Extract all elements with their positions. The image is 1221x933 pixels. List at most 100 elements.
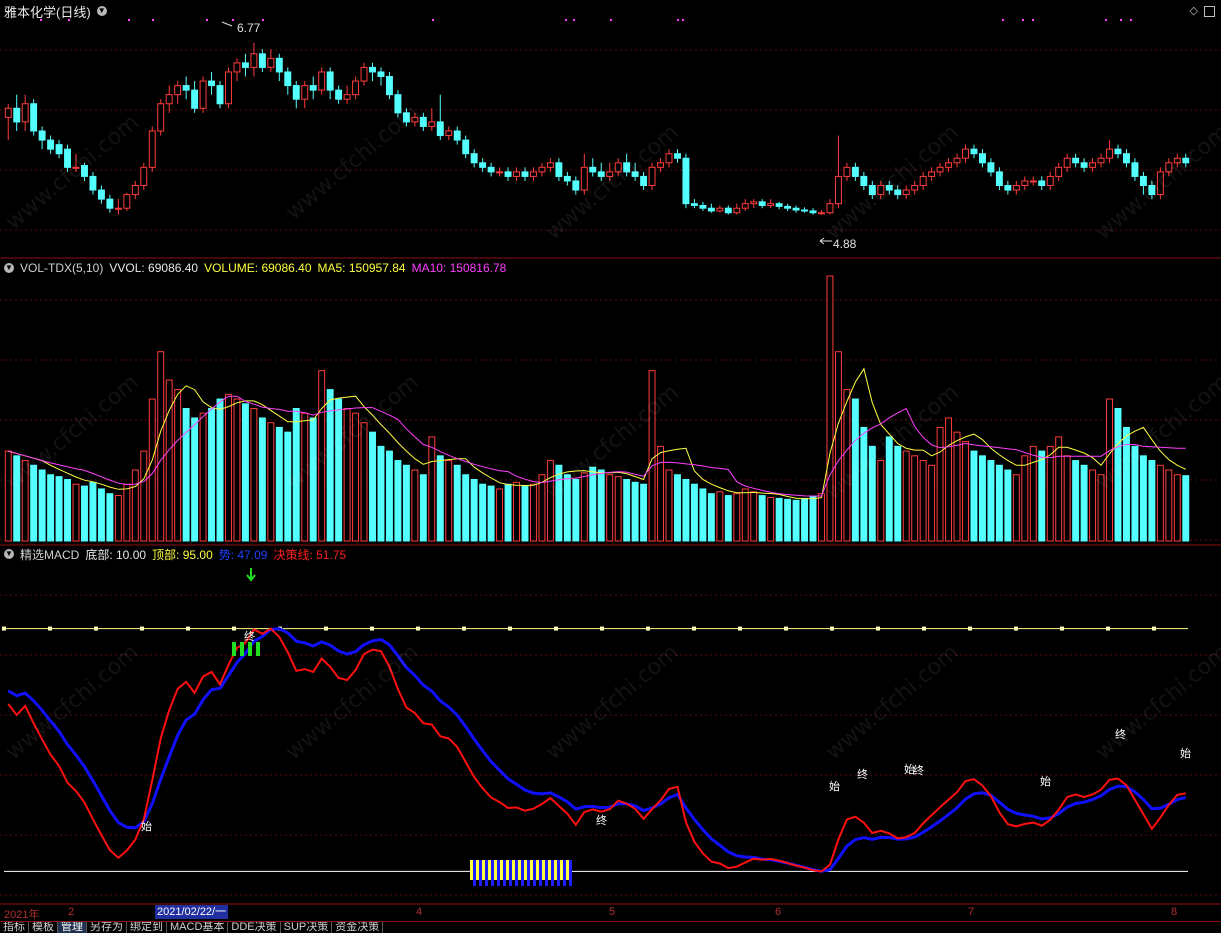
volume-bar: [792, 499, 800, 542]
volume-bar: [402, 464, 410, 542]
candle-body: [157, 103, 165, 132]
peak-bar: [248, 642, 252, 656]
candle-body: [657, 162, 665, 168]
volume-bar: [1089, 469, 1097, 542]
volume-bar: [233, 398, 241, 542]
volume-bar: [157, 351, 165, 542]
candle-body: [1038, 180, 1046, 186]
trough-bar: [536, 860, 539, 880]
candle-body: [589, 166, 597, 173]
candle-body: [318, 71, 326, 91]
tab-manage[interactable]: 管理: [58, 922, 87, 933]
volume-bar: [360, 422, 368, 542]
candle-body: [1004, 185, 1012, 191]
signal-dot: [1130, 19, 1132, 21]
candle-body: [436, 121, 444, 137]
tab-sup-decision[interactable]: SUP决策: [281, 922, 333, 933]
signal-dot: [1120, 19, 1122, 21]
volume-bar: [877, 460, 885, 542]
candle-body: [826, 203, 834, 214]
volume-bar: [1148, 460, 1156, 542]
panel-controls[interactable]: ◇: [1189, 4, 1215, 17]
volume-bar: [555, 464, 563, 542]
volume-bar: [1131, 445, 1139, 542]
volume-bar: [335, 398, 343, 542]
trough-bar: [509, 860, 512, 886]
threshold-marker: [692, 626, 696, 631]
trough-bar: [551, 860, 554, 886]
threshold-marker: [48, 626, 52, 631]
macd-title: 精选MACD: [20, 547, 80, 562]
tab-template[interactable]: 模板: [29, 922, 58, 933]
signal-dot: [1105, 19, 1107, 21]
selected-date[interactable]: 2021/02/22/一: [155, 905, 229, 919]
trough-bar: [563, 860, 566, 886]
volume-bar: [140, 450, 148, 542]
candle-body: [970, 148, 978, 155]
candle-body: [885, 185, 893, 191]
volume-bar: [843, 389, 851, 542]
ma10-value: MA10: 150816.78: [411, 261, 507, 275]
threshold-marker: [94, 626, 98, 631]
gear-icon[interactable]: ▼: [4, 549, 14, 559]
tab-indicator[interactable]: 指标: [0, 922, 29, 933]
volume-bar: [513, 481, 520, 542]
date-label: 8: [1171, 906, 1178, 918]
candle-body: [707, 207, 715, 212]
volume-bar: [614, 476, 622, 542]
volume-bar: [868, 445, 876, 542]
collapse-icon[interactable]: [1204, 5, 1215, 17]
candle-body: [978, 153, 986, 164]
candle-body: [335, 89, 343, 100]
trough-bar: [539, 860, 542, 886]
candle-body: [1012, 185, 1020, 191]
volume-bar: [987, 460, 995, 542]
candle-body: [309, 85, 317, 91]
candle-body: [555, 162, 563, 177]
candle-body: [267, 57, 275, 68]
candle-body: [699, 204, 707, 209]
candle-body: [97, 189, 105, 200]
threshold-marker: [830, 626, 834, 631]
volume-bar: [936, 426, 944, 542]
threshold-marker: [784, 626, 788, 631]
candle-body: [462, 139, 470, 155]
tab-save-as[interactable]: 另存为: [87, 922, 127, 933]
diamond-icon[interactable]: ◇: [1189, 5, 1197, 17]
tab-fund-decision[interactable]: 资金决策: [332, 922, 384, 933]
candle-body: [877, 185, 885, 196]
volume-bar: [919, 460, 927, 542]
candle-body: [233, 62, 241, 73]
volume-bar: [826, 275, 834, 542]
volume-bar: [1156, 464, 1164, 542]
signal-dot: [682, 19, 684, 21]
volume-panel-header: ▼ VOL-TDX(5,10) VVOL: 69086.40 VOLUME: 6…: [4, 260, 506, 276]
dropdown-icon[interactable]: ▼: [96, 6, 107, 16]
stock-chart[interactable]: 始终终始终 始终始终始: [0, 0, 1221, 932]
trough-bar: [494, 860, 497, 880]
tab-macd-basic[interactable]: MACD基本: [167, 922, 229, 933]
threshold-marker: [876, 626, 880, 631]
candle-body: [89, 175, 97, 191]
candle-body: [860, 175, 868, 187]
signal-dot: [610, 19, 612, 21]
candle-body: [419, 116, 427, 127]
threshold-marker: [462, 626, 466, 631]
threshold-marker: [2, 626, 6, 631]
candle-body: [801, 209, 809, 212]
tab-bind-to[interactable]: 绑定到: [127, 922, 167, 933]
candle-body: [225, 71, 232, 105]
volume-bar: [580, 472, 588, 542]
candle-body: [402, 112, 410, 123]
volume-bar: [860, 426, 868, 542]
threshold-marker: [1014, 626, 1018, 631]
candle-body: [1114, 148, 1122, 155]
signal-dot: [152, 19, 154, 21]
volume-bar: [72, 483, 80, 542]
tab-dde-decision[interactable]: DDE决策: [228, 922, 281, 933]
candle-body: [818, 212, 825, 215]
candle-body: [131, 185, 139, 196]
date-label: 2021年: [4, 909, 40, 921]
gear-icon[interactable]: ▼: [4, 263, 14, 273]
volume-bar: [563, 474, 571, 542]
